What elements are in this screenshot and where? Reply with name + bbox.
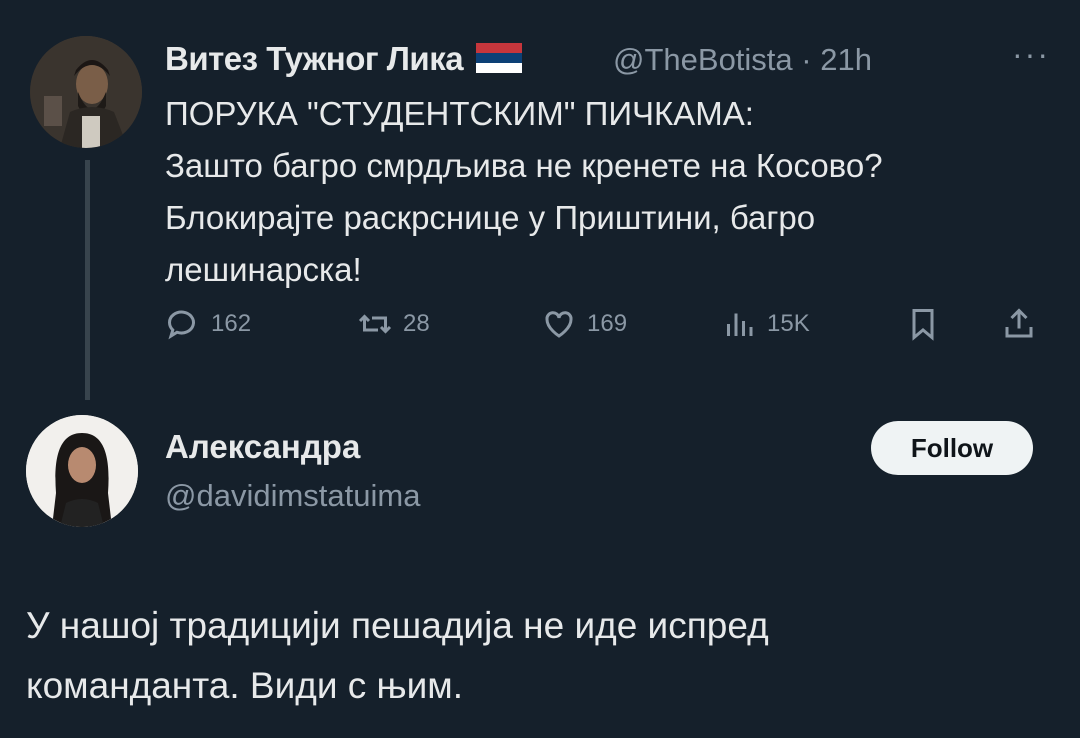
more-options-button[interactable]: ···	[1012, 36, 1050, 73]
views-count: 15K	[767, 310, 810, 337]
like-count: 169	[587, 310, 628, 337]
reply-author-avatar[interactable]	[26, 415, 138, 527]
repost-icon	[358, 314, 392, 334]
repost-count: 28	[403, 310, 430, 337]
views-button[interactable]: 15K	[721, 306, 810, 342]
reply-author-handle[interactable]: @davidimstatuima	[165, 478, 420, 514]
author-name[interactable]: Витез Тужног Лика	[165, 40, 522, 78]
reply-count: 162	[211, 310, 252, 337]
follow-button[interactable]: Follow	[871, 421, 1033, 475]
tweet-actions: 162 28 169 15K	[165, 306, 1045, 350]
thread-line	[85, 160, 90, 400]
like-button[interactable]: 169	[541, 306, 627, 342]
like-icon	[545, 311, 573, 338]
share-button[interactable]	[1001, 306, 1037, 342]
reply-text: У нашој традицији пешадија не иде испред…	[26, 605, 769, 706]
tweet-text: ПОРУКА "СТУДЕНТСКИМ" ПИЧКАМА: Зашто багр…	[165, 95, 883, 288]
author-handle-time[interactable]: @TheBotista · 21h	[613, 42, 872, 78]
serbian-flag-icon	[475, 43, 522, 74]
views-icon	[727, 313, 753, 336]
reply-icon	[167, 310, 195, 340]
reply-author-name[interactable]: Александра	[165, 428, 360, 466]
bookmark-icon	[912, 309, 934, 341]
repost-button[interactable]: 28	[357, 306, 430, 342]
reply-button[interactable]: 162	[165, 306, 251, 342]
bookmark-button[interactable]	[905, 306, 941, 342]
author-avatar[interactable]	[30, 36, 142, 148]
share-icon	[1005, 308, 1033, 338]
